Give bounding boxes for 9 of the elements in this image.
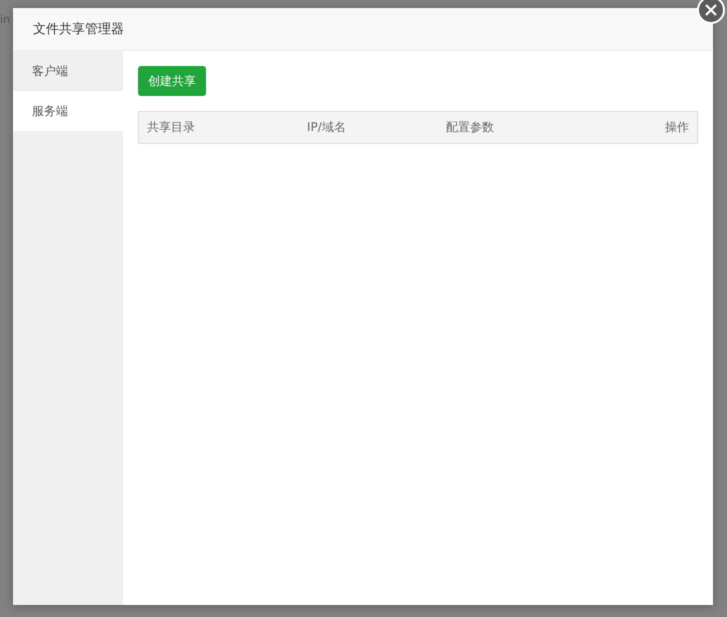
close-button[interactable] xyxy=(697,0,725,24)
column-header: 操作 xyxy=(665,119,689,136)
dialog-title: 文件共享管理器 xyxy=(33,21,124,38)
sidebar-tab[interactable]: 客户端 xyxy=(13,51,123,91)
column-header: 共享目录 xyxy=(147,119,196,136)
sidebar-tab[interactable]: 服务端 xyxy=(13,91,123,131)
column-header: 配置参数 xyxy=(446,119,495,136)
column-header: IP/域名 xyxy=(307,119,347,136)
close-icon xyxy=(705,4,717,16)
